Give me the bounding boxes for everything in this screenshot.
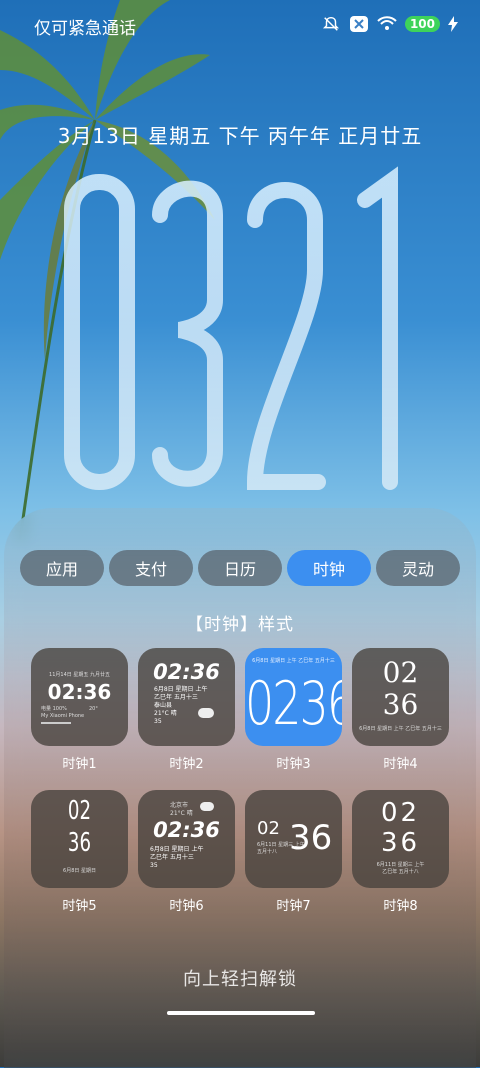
- clock-style-3[interactable]: 6月8日 星期日 上午 乙巳年 五月十三 0236 时钟3: [245, 648, 342, 772]
- clock-style-preview[interactable]: 6月8日 星期日 上午 乙巳年 五月十三 0236: [245, 648, 342, 746]
- battery-icon: 100: [404, 16, 440, 32]
- charging-icon: [448, 14, 458, 34]
- clock-style-preview[interactable]: 北京市 21°C 晴 02:36 6月8日 星期日 上午 乙巳年 五月十三 35: [138, 790, 235, 888]
- tab-clock[interactable]: 时钟: [287, 550, 371, 586]
- unlock-hint: 向上轻扫解锁: [183, 969, 297, 990]
- cloud-icon: [198, 708, 214, 718]
- tab-apps[interactable]: 应用: [20, 550, 104, 586]
- clock-style-4[interactable]: 02 36 6月8日 星期日 上午 乙巳年 五月十三 时钟4: [352, 648, 449, 772]
- clock-style-preview[interactable]: 02:36 6月8日 星期日 上午 乙巳年 五月十三 泰山县 21°C 晴 35: [138, 648, 235, 746]
- status-bar: 仅可紧急通话 100: [0, 0, 480, 48]
- clock-style-2[interactable]: 02:36 6月8日 星期日 上午 乙巳年 五月十三 泰山县 21°C 晴 35…: [138, 648, 235, 772]
- style-tabs: 应用 支付 日历 时钟 灵动: [20, 550, 460, 586]
- tab-dynamic[interactable]: 灵动: [376, 550, 460, 586]
- big-clock: [64, 166, 398, 490]
- clock-style-preview[interactable]: 11月14日 星期五 九月廿五 02:36 电量 100% My Xiaomi …: [31, 648, 128, 746]
- progress-bar: [41, 722, 71, 724]
- clock-style-preview[interactable]: 02 36 6月8日 星期日 上午 乙巳年 五月十三: [352, 648, 449, 746]
- clock-style-1[interactable]: 11月14日 星期五 九月廿五 02:36 电量 100% My Xiaomi …: [31, 648, 128, 772]
- section-title: 【时钟】样式: [186, 615, 294, 635]
- clock-style-5[interactable]: 02 36 6月8日 星期日 时钟5: [31, 790, 128, 914]
- close-badge-icon: [349, 14, 369, 34]
- tab-calendar[interactable]: 日历: [198, 550, 282, 586]
- clock-style-6[interactable]: 北京市 21°C 晴 02:36 6月8日 星期日 上午 乙巳年 五月十三 35…: [138, 790, 235, 914]
- clock-style-7[interactable]: 02 36 6月11日 星期三 上午 五月十八 时钟7: [245, 790, 342, 914]
- lock-date: 3月13日 星期五 下午 丙午年 正月廿五: [57, 124, 423, 148]
- clock-style-preview[interactable]: 02 36 6月11日 星期三 上午 乙巳年 五月十八: [352, 790, 449, 888]
- clock-style-8[interactable]: 02 36 6月11日 星期三 上午 乙巳年 五月十八 时钟8: [352, 790, 449, 914]
- clock-style-preview[interactable]: 02 36 6月11日 星期三 上午 五月十八: [245, 790, 342, 888]
- clock-style-grid: 11月14日 星期五 九月廿五 02:36 电量 100% My Xiaomi …: [31, 648, 449, 914]
- wifi-icon: [377, 14, 397, 34]
- mute-icon: [321, 14, 341, 34]
- tab-payment[interactable]: 支付: [109, 550, 193, 586]
- clock-style-preview[interactable]: 02 36 6月8日 星期日: [31, 790, 128, 888]
- carrier-text: 仅可紧急通话: [34, 19, 136, 39]
- cloud-icon: [200, 802, 214, 811]
- home-indicator[interactable]: [167, 1011, 315, 1015]
